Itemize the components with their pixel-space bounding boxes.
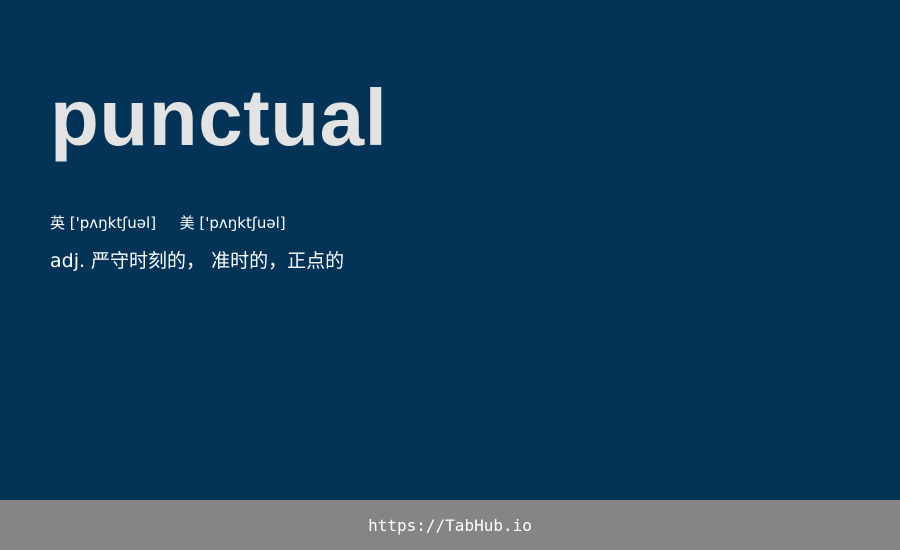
word-card-page: punctual 英 ['pʌŋktʃuəl] 美 ['pʌŋktʃuəl] a…: [0, 0, 900, 550]
tabhub-link[interactable]: https://TabHub.io: [368, 516, 532, 535]
uk-phonetic: ['pʌŋktʃuəl]: [69, 214, 157, 232]
footer-bar: https://TabHub.io: [0, 500, 900, 550]
uk-label: 英: [50, 214, 66, 232]
definition-text: adj. 严守时刻的， 准时的，正点的: [50, 250, 345, 272]
phonetics-row: 英 ['pʌŋktʃuəl] 美 ['pʌŋktʃuəl]: [50, 212, 286, 233]
headword: punctual: [50, 73, 388, 162]
us-label: 美: [179, 214, 195, 232]
us-phonetic: ['pʌŋktʃuəl]: [199, 214, 286, 232]
